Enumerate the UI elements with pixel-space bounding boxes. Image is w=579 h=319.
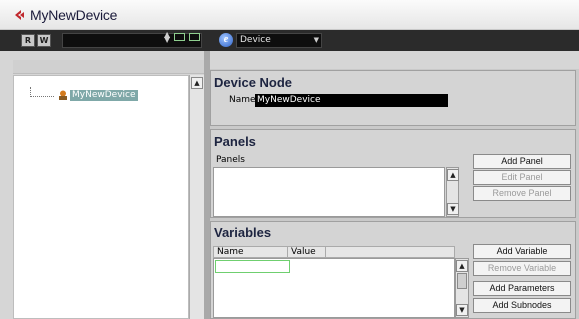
section-title: Panels [214,134,256,149]
window-icon[interactable] [189,33,200,41]
device-node-icon [59,90,67,100]
add-subnodes-button[interactable]: Add Subnodes [473,298,571,313]
panels-list-header: Panels [216,155,245,165]
tree-item-mynewdevice[interactable]: MyNewDevice [70,90,138,101]
chevron-down-icon: ▼ [313,36,319,44]
tree-connector [30,87,54,97]
properties-pane: Device Node Name MyNewDevice Panels Pane… [210,51,579,319]
tree-scrollbar[interactable]: ▲ [189,75,204,319]
remove-panel-button[interactable]: Remove Panel [473,186,571,201]
variables-table[interactable] [213,258,455,318]
remove-variable-button[interactable]: Remove Variable [473,261,571,276]
up-down-arrows-icon[interactable]: ▲ ▼ [164,31,170,44]
device-node-section: Device Node Name MyNewDevice [210,70,576,126]
properties-header [210,51,579,69]
add-parameters-button[interactable]: Add Parameters [473,281,571,296]
read-button[interactable]: R [21,34,35,47]
column-header-name[interactable]: Name [214,247,288,257]
scroll-down-icon[interactable]: ▼ [447,203,459,215]
variables-scrollbar[interactable]: ▲ ▼ [455,258,469,318]
tree-view[interactable]: MyNewDevice [13,75,189,319]
toolbar: R W ▲ ▼ e Device ▼ [0,30,579,51]
tree-header [13,60,204,74]
scroll-up-icon[interactable]: ▲ [456,260,468,272]
device-e-icon: e [219,33,233,47]
window-icon[interactable] [174,33,185,41]
scroll-up-icon[interactable]: ▲ [191,77,203,89]
device-select-value: Device [240,35,271,45]
app-logo-icon [15,10,24,20]
panels-scrollbar[interactable]: ▲ ▼ [446,167,459,217]
scroll-thumb[interactable] [457,273,467,289]
title-bar: MyNewDevice [0,0,579,30]
column-header-value[interactable]: Value [288,247,326,257]
device-select[interactable]: Device ▼ [236,33,322,48]
add-panel-button[interactable]: Add Panel [473,154,571,169]
section-title: Variables [214,225,272,240]
variables-table-header: Name Value [213,246,455,258]
tree-pane: MyNewDevice ▲ [0,51,204,319]
name-label: Name [229,95,256,105]
scroll-down-icon[interactable]: ▼ [456,304,468,316]
write-button[interactable]: W [37,34,51,47]
edit-panel-button[interactable]: Edit Panel [473,170,571,185]
variables-section: Variables Name Value ▲ ▼ Add Variable Re… [210,221,576,319]
panels-section: Panels Panels ▲ ▼ Add Panel Edit Panel R… [210,129,576,218]
add-variable-button[interactable]: Add Variable [473,244,571,259]
window-title: MyNewDevice [30,7,118,23]
panels-list[interactable] [213,167,445,217]
scroll-up-icon[interactable]: ▲ [447,169,459,181]
name-field[interactable]: MyNewDevice [255,94,448,107]
section-title: Device Node [214,75,293,90]
table-row-edit-cell[interactable] [215,260,290,273]
